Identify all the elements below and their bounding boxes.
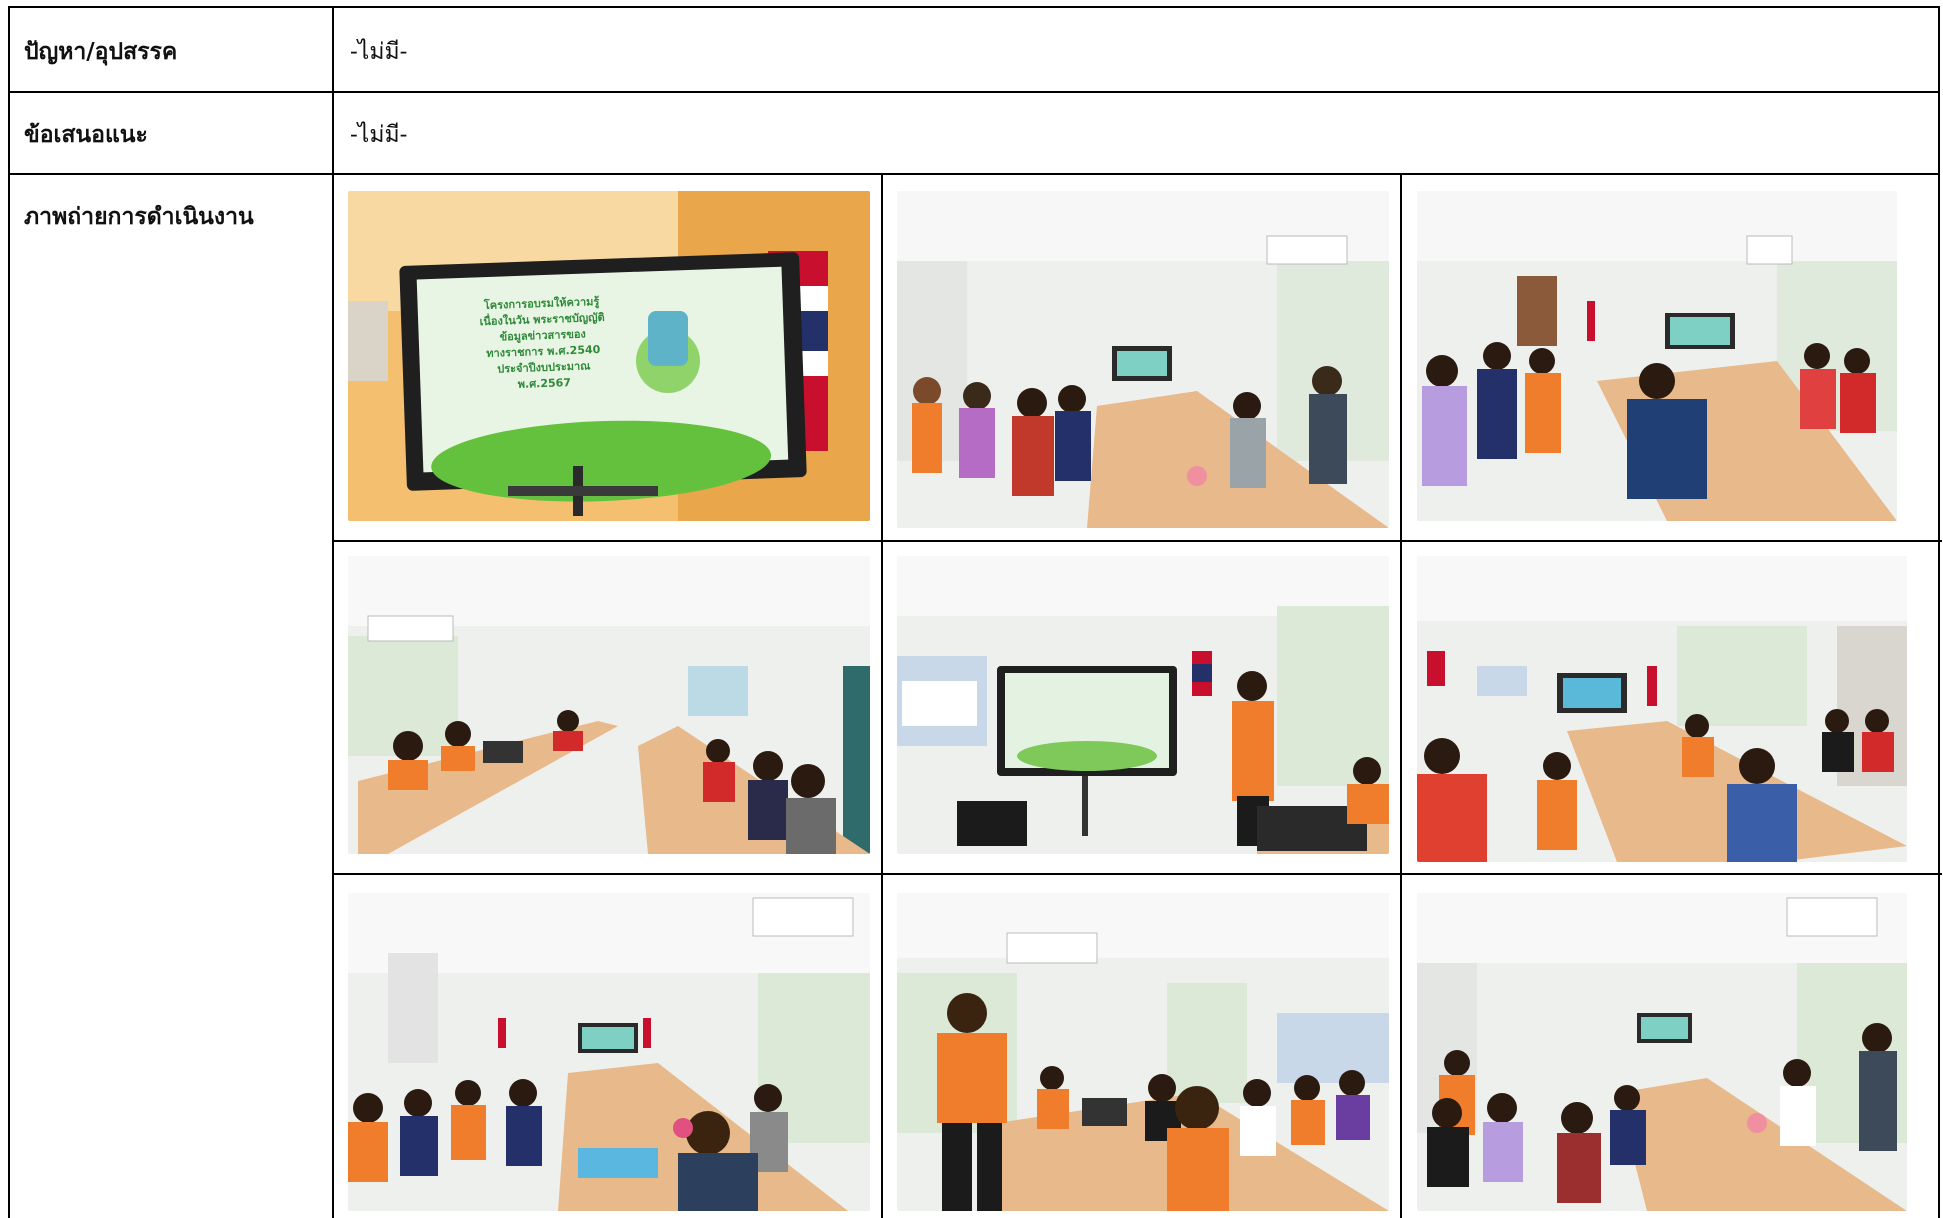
- label-photos: ภาพถ่ายการดำเนินงาน: [24, 204, 254, 230]
- photo-group-photo-brochures: [1417, 893, 1907, 1211]
- value-problems: -ไม่มี-: [350, 39, 408, 65]
- value-suggestions: -ไม่มี-: [350, 122, 408, 148]
- photo-meeting-room-laptops: [348, 556, 870, 854]
- photo-slide-screen: โครงการอบรมให้ความรู้ เนื่องในวัน พระราช…: [348, 191, 870, 521]
- photo-meeting-room-b: [1417, 556, 1907, 862]
- photo-speaker-with-screen: [897, 556, 1389, 854]
- report-table: ปัญหา/อุปสรรค -ไม่มี- ข้อเสนอแนะ -ไม่มี-…: [8, 6, 1942, 1218]
- photo-speaker-with-mic: [897, 893, 1389, 1211]
- photo-meeting-room-a: [1417, 191, 1897, 521]
- slide-text: โครงการอบรมให้ความรู้ เนื่องในวัน พระราช…: [479, 295, 605, 391]
- label-suggestions: ข้อเสนอแนะ: [24, 122, 148, 148]
- row-problems: ปัญหา/อุปสรรค -ไม่มี-: [10, 8, 1938, 93]
- photo-group-holding-brochures: [897, 191, 1389, 528]
- row-photos: ภาพถ่ายการดำเนินงาน โครงการอบรมให้ความรู…: [10, 173, 1942, 1218]
- row-suggestions: ข้อเสนอแนะ -ไม่มี-: [10, 91, 1938, 175]
- photo-meeting-room-wide: [348, 893, 870, 1211]
- label-problems: ปัญหา/อุปสรรค: [24, 39, 178, 65]
